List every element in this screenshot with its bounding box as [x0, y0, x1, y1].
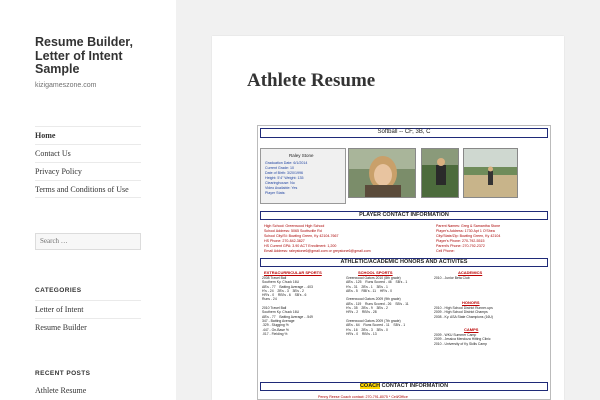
id-row: Clearinghouse: No — [265, 181, 295, 185]
menu-item-privacy-policy[interactable]: Privacy Policy — [35, 162, 141, 180]
category-resume-builder[interactable]: Resume Builder — [35, 318, 141, 336]
contact-right-row: City/State/Zip: Bowling Green, Ky 42104 — [436, 234, 501, 238]
honors-text: 2010 - High School District Runner-ups 2… — [434, 306, 493, 319]
resume-header: Softball -- CF, 3B, C — [260, 128, 548, 138]
menu-item-home[interactable]: Home — [35, 126, 141, 144]
search-input[interactable]: Search … — [35, 233, 141, 250]
post-title[interactable]: Athlete Resume — [247, 70, 375, 92]
coach-row: Penny Reese Coach contact: 270-791-8075 … — [318, 395, 408, 399]
category-letter-of-intent[interactable]: Letter of Intent — [35, 300, 141, 318]
id-row: Player Stats: — [265, 191, 286, 195]
id-row: Date of Birth: 3/20/1996 — [265, 171, 303, 175]
contact-right-row: Player's Address: 1730 Apt 1 O'Shea — [436, 229, 495, 233]
main-menu: Home Contact Us Privacy Policy Terms and… — [35, 126, 141, 198]
resume-image: Softball -- CF, 3B, C Raley Stone Gradua… — [257, 125, 551, 400]
id-row: Graduation Date: 6/1/2014 — [265, 161, 308, 165]
site-title[interactable]: Resume Builder, Letter of Intent Sample — [35, 35, 165, 77]
contact-right-row: Parent's Phone: 270-792-2372 — [436, 244, 485, 248]
coach-header-highlight: COACH — [359, 383, 381, 389]
camps-title: CAMPS — [464, 327, 479, 332]
honors-header: ATHLETIC/ACADEMIC HONORS AND ACTIVITES — [260, 258, 548, 267]
id-row: Video Available: Yes — [265, 186, 298, 190]
site-description: kizigameszone.com — [35, 82, 97, 89]
school-sports-title: SCHOOL SPORTS — [358, 270, 393, 275]
contact-left-row: Email Address: raleystone6@gmail.com or … — [264, 249, 371, 253]
id-row: Height: 5'4" Weight: 135 — [265, 176, 304, 180]
menu-item-contact-us[interactable]: Contact Us — [35, 144, 141, 162]
academics-title: ACADEMICS — [458, 270, 483, 275]
academics-text: 2010 - Junior Beta Club — [434, 276, 470, 280]
player-name: Raley Stone — [289, 153, 314, 158]
field-photo — [463, 148, 518, 198]
categories-title: CATEGORIES — [35, 287, 82, 294]
contact-right-row: Player's Phone: 270-792-5515 — [436, 239, 485, 243]
sidebar: Resume Builder, Letter of Intent Sample … — [0, 0, 176, 400]
contact-header: PLAYER CONTACT INFORMATION — [260, 211, 548, 220]
school-sports-text: Greenwood Gators 2010 (8th grade) AB's -… — [346, 276, 409, 336]
action-photo — [421, 148, 459, 198]
contact-left-row: HS Current GPA: 3.90 ACT Enrollment: 1,2… — [264, 244, 337, 248]
extracurricular-title: EXTRACURRICULAR SPORTS — [264, 270, 322, 275]
post-article: Athlete Resume Softball -- CF, 3B, C Ral… — [212, 36, 564, 400]
contact-right-row: Parent Names: Greg & Samantha Stone — [436, 224, 501, 228]
recent-post-athlete-resume[interactable]: Athlete Resume — [35, 386, 86, 395]
contact-left-row: High School: Greenwood High School — [264, 224, 325, 228]
contact-left-row: School City/St: Bowling Green, Ky 42104-… — [264, 234, 339, 238]
camps-text: 2009 - WKU Summer Camp 2009 - Jessica Me… — [434, 333, 491, 346]
contact-left-row: School Address: 5065 Scottsville Rd — [264, 229, 322, 233]
recent-posts-title: RECENT POSTS — [35, 370, 91, 377]
contact-right-row: Cell Phone: — [436, 249, 455, 253]
menu-item-terms[interactable]: Terms and Conditions of Use — [35, 180, 141, 198]
coach-header-rest: CONTACT INFORMATION — [380, 383, 449, 389]
coach-header: COACH CONTACT INFORMATION — [260, 382, 548, 391]
portrait-photo — [348, 148, 416, 198]
honors-title: HONORS — [462, 300, 480, 305]
extracurricular-text: 2008 Travel Ball Southern Ky. Chuck 16U … — [262, 276, 313, 336]
player-id-box: Raley Stone Graduation Date: 6/1/2014 Cu… — [260, 148, 346, 204]
contact-left-row: HS Phone: 270-842-3827 — [264, 239, 305, 243]
categories-list: Letter of Intent Resume Builder — [35, 300, 141, 336]
id-row: Current Grade: 10 — [265, 166, 294, 170]
